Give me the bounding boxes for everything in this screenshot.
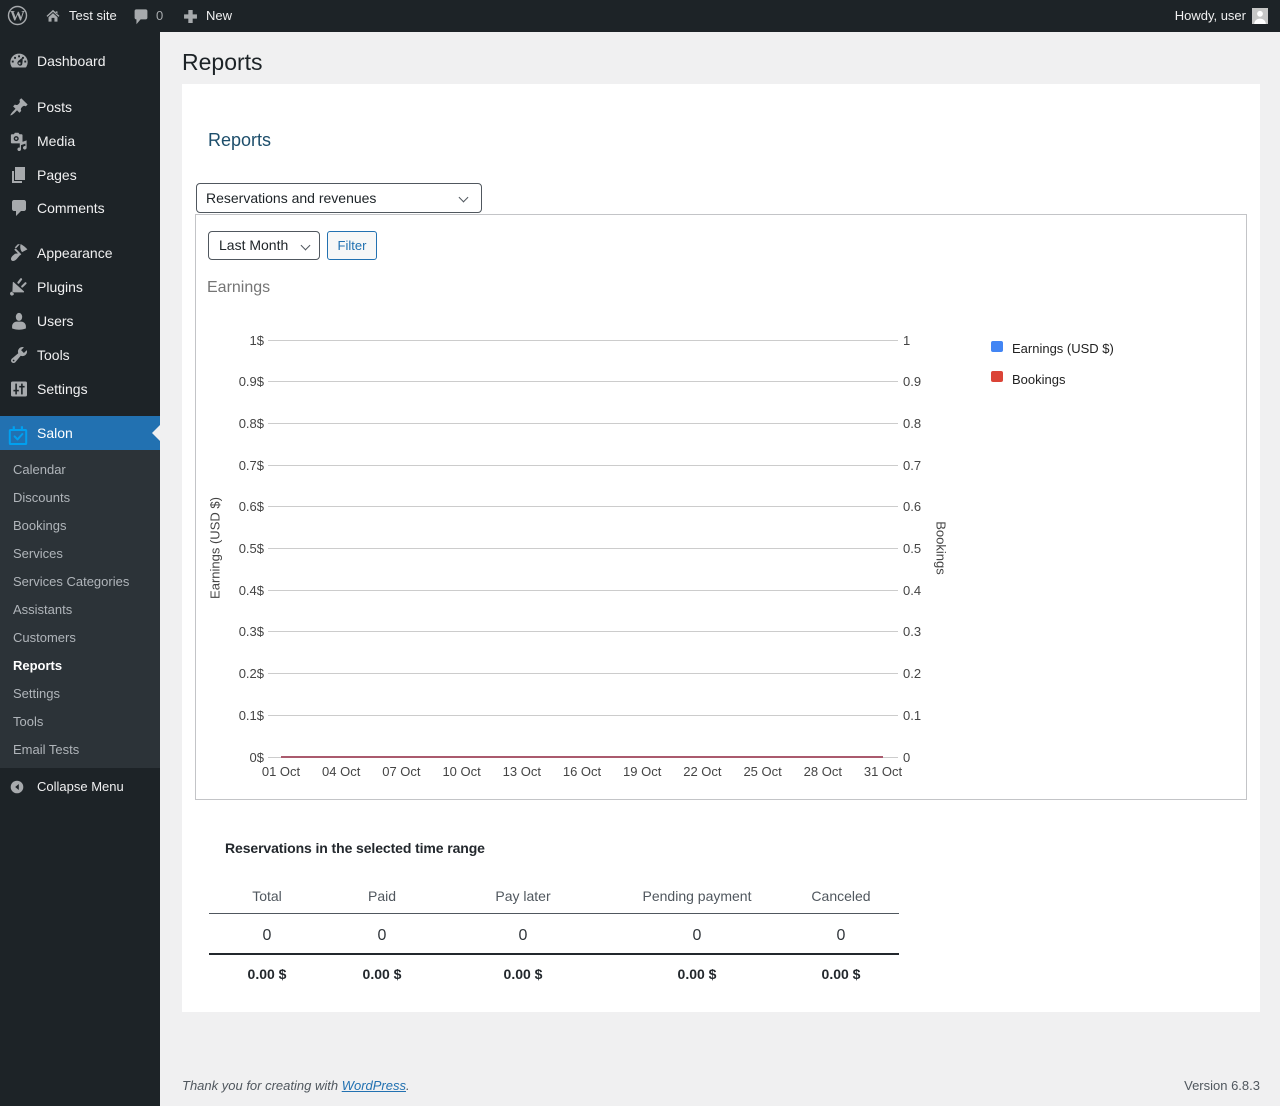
svg-text:W: W [10, 9, 25, 25]
